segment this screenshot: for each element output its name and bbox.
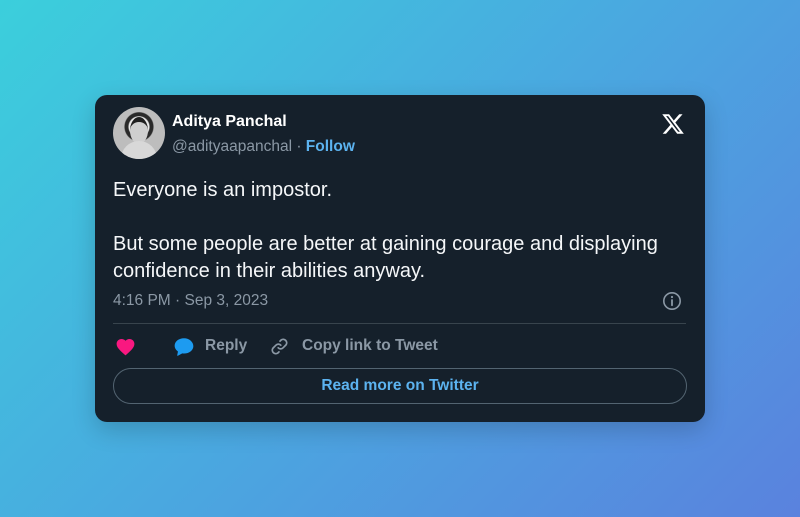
reply-label[interactable]: Reply xyxy=(205,337,247,355)
author-name[interactable]: Aditya Panchal xyxy=(172,113,287,131)
heart-icon[interactable] xyxy=(115,337,136,356)
tweet-timestamp[interactable]: 4:16 PM · Sep 3, 2023 xyxy=(113,292,268,310)
reply-icon[interactable] xyxy=(173,336,195,357)
tweet-text: Everyone is an impostor. But some people… xyxy=(113,177,673,285)
avatar[interactable] xyxy=(113,107,165,159)
info-icon[interactable] xyxy=(662,291,682,311)
avatar-face xyxy=(130,117,148,144)
x-logo-icon[interactable] xyxy=(661,112,685,136)
link-icon[interactable] xyxy=(269,336,290,357)
copy-link-label[interactable]: Copy link to Tweet xyxy=(302,337,438,355)
tweet-paragraph-2: But some people are better at gaining co… xyxy=(113,233,658,282)
divider xyxy=(113,323,686,324)
tweet-actions: Reply Copy link to Tweet xyxy=(113,335,686,357)
handle-separator: · xyxy=(292,138,306,155)
author-handle[interactable]: @adityaapanchal xyxy=(172,138,292,155)
read-more-button[interactable]: Read more on Twitter xyxy=(113,368,687,404)
follow-button[interactable]: Follow xyxy=(306,138,355,155)
tweet-card: Aditya Panchal @adityaapanchal · Follow … xyxy=(95,95,705,422)
avatar-shirt xyxy=(121,141,157,159)
tweet-paragraph-1: Everyone is an impostor. xyxy=(113,179,332,201)
author-handle-row: @adityaapanchal · Follow xyxy=(172,138,355,156)
